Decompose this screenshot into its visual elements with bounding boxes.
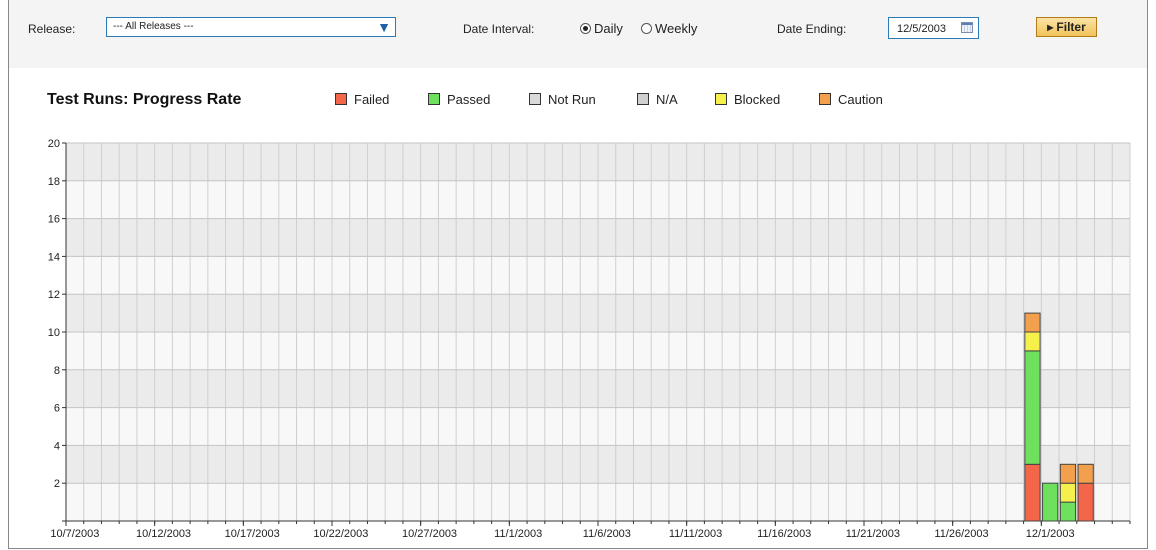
bar-segment-passed	[1059, 501, 1077, 522]
x-tick-label: 10/7/2003	[50, 528, 99, 540]
x-tick-label: 10/22/2003	[313, 528, 368, 540]
y-tick-label: 16	[48, 214, 60, 226]
bar-segment-caution	[1024, 312, 1041, 333]
y-tick-label: 2	[54, 478, 60, 490]
x-tick-label: 11/6/2003	[583, 528, 631, 540]
y-tick-label: 20	[48, 138, 60, 150]
y-tick-label: 10	[48, 327, 60, 339]
bar-segment-blocked	[1024, 331, 1041, 352]
x-tick-label: 10/17/2003	[225, 528, 280, 540]
x-tick-label: 12/1/2003	[1026, 528, 1075, 540]
bar-segment-passed	[1024, 350, 1041, 465]
y-tick-label: 4	[54, 440, 60, 452]
x-tick-label: 10/27/2003	[402, 528, 457, 540]
bar-segment-blocked	[1059, 482, 1077, 503]
bar-segment-caution	[1077, 463, 1094, 484]
y-tick-label: 14	[48, 251, 60, 263]
y-tick-label: 8	[54, 365, 60, 377]
bar-segment-failed	[1024, 463, 1041, 522]
bar-segment-caution	[1059, 463, 1077, 484]
x-tick-label: 11/21/2003	[846, 528, 900, 540]
y-tick-label: 12	[48, 289, 60, 301]
y-tick-label: 6	[54, 403, 60, 415]
x-tick-label: 11/26/2003	[934, 528, 988, 540]
x-tick-label: 10/12/2003	[136, 528, 191, 540]
progress-rate-chart: 2 4 6 8 10 12 14 16 18 20 10/7/2003 10/12/2003 10/17…	[48, 138, 1131, 540]
x-tick-label: 11/1/2003	[494, 528, 542, 540]
y-tick-label: 18	[48, 176, 60, 188]
bar-segment-failed	[1077, 482, 1094, 522]
x-tick-label: 11/16/2003	[757, 528, 811, 540]
bar-segment-passed	[1042, 482, 1059, 522]
x-tick-label: 11/11/2003	[669, 528, 722, 540]
